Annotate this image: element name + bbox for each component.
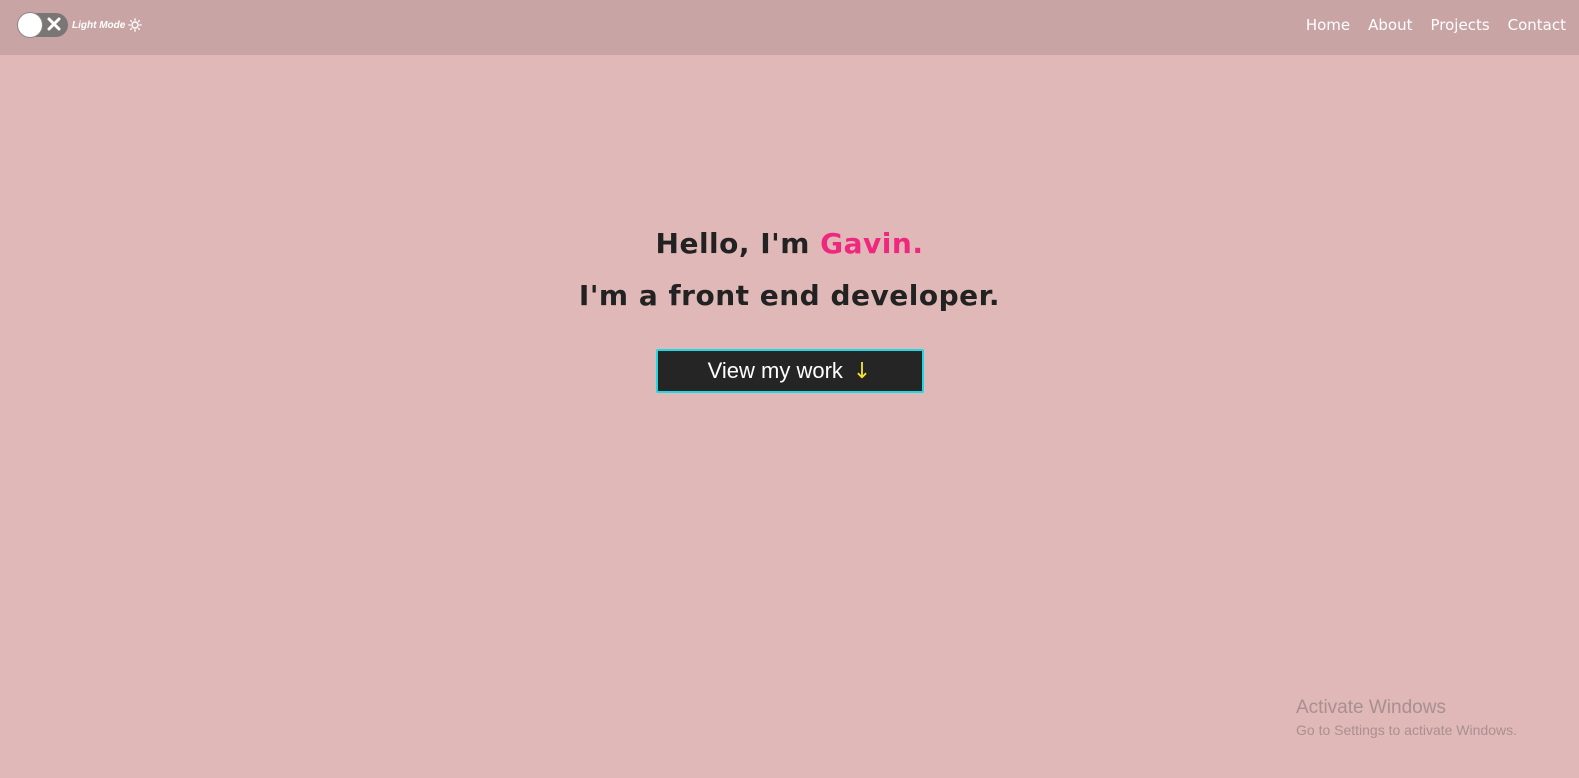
hero-greeting: Hello, I'm Gavin.: [0, 224, 1579, 264]
theme-toggle-group: Light Mode: [18, 13, 143, 37]
sun-icon: [128, 18, 143, 32]
navbar: Light Mode Home About Projects Contact: [0, 0, 1579, 55]
view-work-button[interactable]: View my work ↓: [655, 349, 924, 393]
hero-tagline: I'm a front end developer.: [578, 279, 1001, 312]
nav-link-about[interactable]: About: [1368, 16, 1412, 34]
greeting-prefix: Hello, I'm: [655, 227, 821, 260]
view-work-label: View my work: [707, 358, 843, 383]
arrow-down-icon: ↓: [852, 358, 872, 384]
watermark-subtitle: Go to Settings to activate Windows.: [1296, 722, 1517, 738]
mode-label: Light Mode: [72, 19, 126, 31]
nav-link-contact[interactable]: Contact: [1508, 16, 1566, 34]
hero-name: Gavin.: [820, 227, 924, 260]
watermark-title: Activate Windows: [1296, 697, 1446, 718]
hero-section: Hello, I'm Gavin. I'm a front end develo…: [0, 224, 1579, 393]
close-icon: [47, 17, 61, 31]
nav-link-home[interactable]: Home: [1306, 16, 1350, 34]
toggle-knob[interactable]: [18, 13, 42, 37]
activate-windows-watermark: Activate Windows Go to Settings to activ…: [1296, 697, 1517, 738]
theme-toggle[interactable]: [18, 13, 68, 37]
nav-link-projects[interactable]: Projects: [1431, 16, 1490, 34]
nav-menu: Home About Projects Contact: [1306, 16, 1566, 34]
